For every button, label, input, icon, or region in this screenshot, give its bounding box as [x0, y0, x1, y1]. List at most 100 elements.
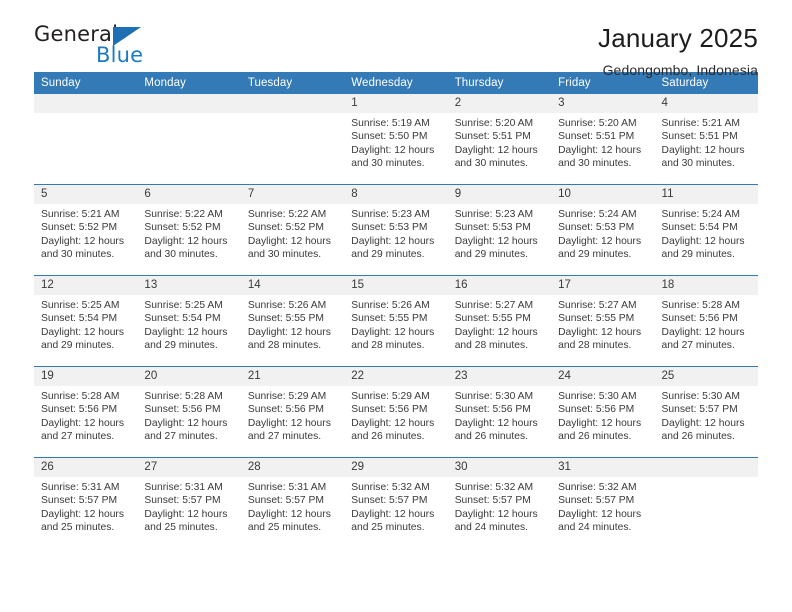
general-blue-logo[interactable]: General Blue	[34, 22, 224, 74]
sun-info-line: Sunset: 5:50 PM	[351, 131, 428, 143]
day-cell-inner: 2 Sunrise: 5:20 AM Sunset: 5:51 PM Daylight…	[447, 94, 552, 184]
day-cell-inner: 25 Sunrise: 5:30 AM Sunset: 5:57 PM Dayligh…	[654, 367, 758, 457]
sun-info: Sunrise: 5:26 AM Sunset: 5:55 PM Daylight:…	[241, 295, 344, 353]
sun-info: Sunrise: 5:30 AM Sunset: 5:56 PM Daylight:…	[551, 386, 654, 444]
sun-info-line: Sunrise: 5:20 AM	[454, 118, 534, 129]
day-cell-inner: 15 Sunrise: 5:26 AM Sunset: 5:55 PM Dayligh…	[344, 276, 448, 366]
day-cell[interactable]: 17 Sunrise: 5:27 AM Sunset: 5:55 PM Dayligh…	[551, 275, 655, 367]
sun-info-line: Daylight: 12 hours	[454, 235, 538, 247]
day-cell-inner: 26 Sunrise: 5:31 AM Sunset: 5:57 PM Dayligh…	[34, 458, 138, 548]
day-number: 10	[551, 185, 655, 204]
day-cell[interactable]: 31 Sunrise: 5:32 AM Sunset: 5:57 PM Dayligh…	[551, 457, 655, 548]
day-cell[interactable]: 29 Sunrise: 5:32 AM Sunset: 5:57 PM Dayligh…	[344, 457, 448, 548]
day-number: 31	[551, 458, 655, 477]
day-cell[interactable]: 19 Sunrise: 5:28 AM Sunset: 5:56 PM Dayligh…	[34, 366, 138, 458]
sun-info-line: and 26 minutes.	[661, 431, 735, 443]
week-row: 5 Sunrise: 5:21 AM Sunset: 5:52 PM Daylight…	[34, 184, 758, 276]
sun-info: Sunrise: 5:22 AM Sunset: 5:52 PM Daylight:…	[137, 204, 240, 262]
day-cell[interactable]: 8 Sunrise: 5:23 AM Sunset: 5:53 PM Daylight…	[344, 184, 448, 276]
day-number: 30	[447, 458, 552, 477]
day-cell-inner: 20 Sunrise: 5:28 AM Sunset: 5:56 PM Dayligh…	[137, 367, 241, 457]
sun-info-line: Sunrise: 5:21 AM	[661, 118, 740, 129]
sun-info-line: Daylight: 12 hours	[454, 508, 538, 520]
week-row: 12 Sunrise: 5:25 AM Sunset: 5:54 PM Dayligh…	[34, 275, 758, 367]
sun-info-line: and 24 minutes.	[558, 522, 632, 534]
day-number: 11	[654, 185, 758, 204]
day-cell[interactable]: 14 Sunrise: 5:26 AM Sunset: 5:55 PM Dayligh…	[240, 275, 345, 367]
day-number: 9	[447, 185, 552, 204]
day-cell[interactable]: 2 Sunrise: 5:20 AM Sunset: 5:51 PM Daylight…	[447, 94, 552, 185]
day-cell[interactable]: 25 Sunrise: 5:30 AM Sunset: 5:57 PM Dayligh…	[654, 366, 758, 458]
day-number: 24	[551, 367, 655, 386]
day-cell[interactable]: 30 Sunrise: 5:32 AM Sunset: 5:57 PM Dayligh…	[447, 457, 552, 548]
sun-info-line: Sunrise: 5:28 AM	[661, 300, 740, 311]
page-header: General Blue January 2025 Gedongombo, In…	[34, 0, 758, 78]
day-cell[interactable]: 1 Sunrise: 5:19 AM Sunset: 5:50 PM Daylight…	[344, 94, 448, 185]
day-cell-inner: 7 Sunrise: 5:22 AM Sunset: 5:52 PM Daylight…	[240, 185, 345, 275]
sun-info-line: and 29 minutes.	[661, 249, 735, 261]
sun-info-line: Sunset: 5:53 PM	[351, 222, 428, 234]
calendar-page: General Blue January 2025 Gedongombo, In…	[0, 0, 792, 612]
sun-info-line: Daylight: 12 hours	[247, 235, 331, 247]
sun-info-line: and 29 minutes.	[351, 249, 425, 261]
day-cell[interactable]: 20 Sunrise: 5:28 AM Sunset: 5:56 PM Dayligh…	[137, 366, 241, 458]
day-cell[interactable]: 7 Sunrise: 5:22 AM Sunset: 5:52 PM Daylight…	[240, 184, 345, 276]
day-cell[interactable]: 9 Sunrise: 5:23 AM Sunset: 5:53 PM Daylight…	[447, 184, 552, 276]
sun-info-line: Sunrise: 5:31 AM	[247, 482, 327, 493]
sun-info-line: Sunset: 5:56 PM	[247, 404, 324, 416]
sun-info-line: Sunset: 5:56 PM	[144, 404, 221, 416]
calendar-body: 1 Sunrise: 5:19 AM Sunset: 5:50 PM Daylight…	[34, 94, 758, 548]
day-cell[interactable]: 6 Sunrise: 5:22 AM Sunset: 5:52 PM Daylight…	[137, 184, 241, 276]
sun-info: Sunrise: 5:31 AM Sunset: 5:57 PM Daylight:…	[241, 477, 344, 535]
day-cell[interactable]: 28 Sunrise: 5:31 AM Sunset: 5:57 PM Dayligh…	[240, 457, 345, 548]
day-cell[interactable]: 12 Sunrise: 5:25 AM Sunset: 5:54 PM Dayligh…	[34, 275, 138, 367]
sun-info-line: and 25 minutes.	[247, 522, 322, 534]
day-number: 20	[137, 367, 241, 386]
week-row: 26 Sunrise: 5:31 AM Sunset: 5:57 PM Dayligh…	[34, 457, 758, 548]
day-cell[interactable]: 13 Sunrise: 5:25 AM Sunset: 5:54 PM Dayligh…	[137, 275, 241, 367]
sun-info-line: and 30 minutes.	[454, 158, 528, 170]
day-cell[interactable]: 3 Sunrise: 5:20 AM Sunset: 5:51 PM Daylight…	[551, 94, 655, 185]
sun-info-line: and 28 minutes.	[454, 340, 528, 352]
day-cell-inner: 12 Sunrise: 5:25 AM Sunset: 5:54 PM Dayligh…	[34, 276, 138, 366]
sun-info: Sunrise: 5:29 AM Sunset: 5:56 PM Daylight:…	[344, 386, 447, 444]
day-cell[interactable]: 27 Sunrise: 5:31 AM Sunset: 5:57 PM Dayligh…	[137, 457, 241, 548]
day-cell[interactable]: 15 Sunrise: 5:26 AM Sunset: 5:55 PM Dayligh…	[344, 275, 448, 367]
day-cell[interactable]: 18 Sunrise: 5:28 AM Sunset: 5:56 PM Dayligh…	[654, 275, 758, 367]
day-cell[interactable]: 4 Sunrise: 5:21 AM Sunset: 5:51 PM Daylight…	[654, 94, 758, 185]
day-number	[240, 94, 345, 113]
sun-info: Sunrise: 5:24 AM Sunset: 5:54 PM Daylight:…	[655, 204, 758, 262]
sun-info-line: Daylight: 12 hours	[351, 235, 435, 247]
sun-info-line: Sunrise: 5:30 AM	[454, 391, 534, 402]
day-number: 12	[34, 276, 138, 295]
day-cell[interactable]: 26 Sunrise: 5:31 AM Sunset: 5:57 PM Dayligh…	[34, 457, 138, 548]
sun-info-line: Daylight: 12 hours	[558, 508, 642, 520]
sun-info-line: and 26 minutes.	[558, 431, 632, 443]
day-cell[interactable]: 10 Sunrise: 5:24 AM Sunset: 5:53 PM Dayligh…	[551, 184, 655, 276]
sun-info-line: Daylight: 12 hours	[351, 417, 435, 429]
sun-info: Sunrise: 5:26 AM Sunset: 5:55 PM Daylight:…	[344, 295, 447, 353]
day-number: 15	[344, 276, 448, 295]
weekday-header-sunday: Sunday	[34, 72, 138, 94]
sun-info: Sunrise: 5:27 AM Sunset: 5:55 PM Daylight:…	[448, 295, 551, 353]
sun-info-line: Sunrise: 5:26 AM	[247, 300, 327, 311]
day-cell[interactable]: 22 Sunrise: 5:29 AM Sunset: 5:56 PM Dayligh…	[344, 366, 448, 458]
day-cell[interactable]: 16 Sunrise: 5:27 AM Sunset: 5:55 PM Dayligh…	[447, 275, 552, 367]
day-number: 2	[447, 94, 552, 113]
sun-info-line: and 29 minutes.	[41, 340, 115, 352]
sun-info: Sunrise: 5:30 AM Sunset: 5:57 PM Daylight:…	[655, 386, 758, 444]
sun-info-line: and 29 minutes.	[558, 249, 632, 261]
day-cell[interactable]: 21 Sunrise: 5:29 AM Sunset: 5:56 PM Dayligh…	[240, 366, 345, 458]
day-number: 28	[240, 458, 345, 477]
sun-info-line: Sunset: 5:54 PM	[144, 313, 221, 325]
sun-info-line: Daylight: 12 hours	[144, 417, 228, 429]
sun-info-line: Daylight: 12 hours	[558, 144, 642, 156]
sun-info: Sunrise: 5:24 AM Sunset: 5:53 PM Daylight:…	[551, 204, 654, 262]
day-cell[interactable]: 11 Sunrise: 5:24 AM Sunset: 5:54 PM Dayligh…	[654, 184, 758, 276]
day-cell[interactable]: 5 Sunrise: 5:21 AM Sunset: 5:52 PM Daylight…	[34, 184, 138, 276]
day-cell[interactable]: 24 Sunrise: 5:30 AM Sunset: 5:56 PM Dayligh…	[551, 366, 655, 458]
sun-info-line: Daylight: 12 hours	[661, 235, 745, 247]
day-cell[interactable]: 23 Sunrise: 5:30 AM Sunset: 5:56 PM Dayligh…	[447, 366, 552, 458]
sun-info-line: Sunrise: 5:23 AM	[351, 209, 430, 220]
sun-info-line: and 27 minutes.	[41, 431, 115, 443]
